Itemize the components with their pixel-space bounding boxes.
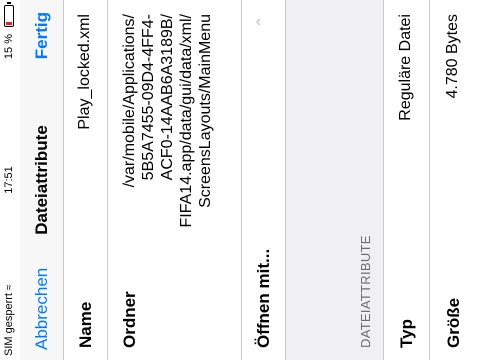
battery-icon bbox=[4, 5, 14, 27]
folder-path-line: ACF0-14AAB6A3189B/ bbox=[159, 14, 176, 181]
name-value: Play_locked.xml bbox=[76, 14, 93, 130]
folder-path: /var/mobile/Applications/ 5B5A7455-09D4-… bbox=[120, 14, 215, 229]
name-label: Name bbox=[76, 301, 95, 348]
type-value: Reguläre Datei bbox=[397, 14, 414, 121]
navigation-bar: Abbrechen Dateiattribute Fertig bbox=[20, 0, 64, 360]
status-bar: SIM gesperrt≈ 17:51 15 % bbox=[0, 0, 20, 360]
folder-path-line: FIFA14.app/data/gui/data/xml/ bbox=[178, 14, 195, 228]
name-row: Name Play_locked.xml bbox=[64, 0, 108, 360]
section-header-file-attributes: DATEIATTRIBUTE bbox=[286, 0, 384, 360]
battery-level bbox=[6, 22, 12, 25]
file-attributes-screen: SIM gesperrt≈ 17:51 15 % Abbrechen Datei… bbox=[0, 0, 480, 360]
size-label: Größe bbox=[444, 297, 463, 348]
chevron-up-icon: ⌃ bbox=[255, 15, 272, 29]
battery-percent: 15 % bbox=[3, 34, 15, 60]
folder-row: Ordner /var/mobile/Applications/ 5B5A745… bbox=[108, 0, 242, 360]
section-header-label: DATEIATTRIBUTE bbox=[358, 235, 373, 348]
done-button[interactable]: Fertig bbox=[32, 12, 52, 59]
type-row: Typ Reguläre Datei bbox=[384, 0, 430, 360]
type-label: Typ bbox=[397, 319, 416, 348]
folder-path-line: 5B5A7455-09D4-4FF4- bbox=[140, 14, 157, 181]
open-with-label: Öffnen mit... bbox=[254, 248, 273, 348]
folder-path-line: /var/mobile/Applications/ bbox=[121, 14, 138, 188]
folder-label: Ordner bbox=[120, 291, 139, 348]
size-row: Größe 4.780 Bytes bbox=[430, 0, 480, 360]
folder-path-line: ScreensLayouts/MainMenu bbox=[197, 14, 214, 208]
size-value: 4.780 Bytes bbox=[444, 14, 461, 99]
open-with-row[interactable]: Öffnen mit... ⌃ bbox=[242, 0, 286, 360]
